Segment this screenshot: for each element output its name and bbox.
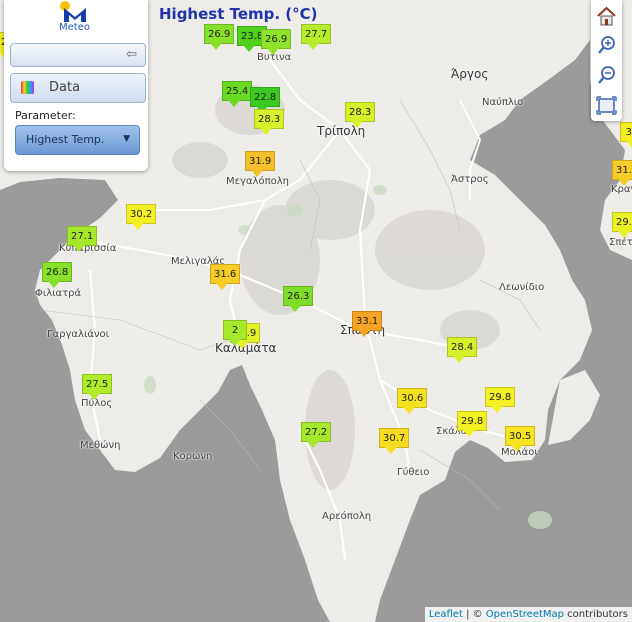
- temperature-marker[interactable]: 22.8: [250, 87, 281, 113]
- temperature-marker[interactable]: 26.8: [42, 262, 73, 288]
- temperature-marker[interactable]: 27.2: [301, 422, 332, 448]
- data-button-label: Data: [49, 80, 81, 95]
- attribution-suffix: contributors: [564, 609, 628, 620]
- zoom-in-button[interactable]: [594, 33, 619, 58]
- collapse-panel-button[interactable]: ⇦: [10, 43, 146, 67]
- temperature-marker[interactable]: 26.9: [261, 29, 292, 55]
- place-label: Φιλιατρά: [35, 288, 82, 299]
- logo-text: Meteo: [59, 22, 90, 33]
- temperature-marker[interactable]: 2: [223, 320, 247, 346]
- data-button[interactable]: Data: [10, 73, 146, 103]
- fit-extent-button[interactable]: [594, 93, 619, 118]
- place-label: Ναύπλιο: [482, 97, 524, 108]
- parameter-select[interactable]: Highest Temp. ▼: [15, 125, 140, 155]
- map-title: Highest Temp. (°C): [159, 5, 318, 23]
- place-label: Λεωνίδιο: [499, 282, 545, 293]
- place-label: Αρεόπολη: [322, 511, 372, 522]
- osm-link[interactable]: OpenStreetMap: [486, 609, 564, 620]
- temperature-marker[interactable]: 27.7: [301, 24, 332, 50]
- place-label: Μεθώνη: [80, 440, 121, 451]
- temperature-marker[interactable]: 31.9: [245, 151, 276, 177]
- map-tools: [591, 0, 622, 121]
- place-label: Άστρος: [451, 174, 489, 185]
- control-panel: Meteo ⇦ Data Parameter: Highest Temp. ▼: [4, 0, 148, 171]
- temperature-marker[interactable]: 30.2: [126, 204, 157, 230]
- temperature-marker[interactable]: 26.9: [204, 24, 235, 50]
- arrow-left-icon: ⇦: [126, 47, 137, 62]
- place-label: Γύθειο: [397, 467, 430, 478]
- temperature-marker[interactable]: 30.6: [397, 388, 428, 414]
- data-palette-icon: [21, 81, 34, 94]
- temperature-marker[interactable]: 26.3: [283, 286, 314, 312]
- temperature-marker[interactable]: 29.1: [612, 212, 632, 238]
- temperature-marker[interactable]: 28.3: [345, 102, 376, 128]
- temperature-marker[interactable]: 29.8: [485, 387, 516, 413]
- place-label: Άργος: [451, 67, 489, 81]
- parameter-select-value: Highest Temp.: [26, 133, 105, 146]
- fit-extent-icon: [596, 96, 617, 115]
- zoom-out-button[interactable]: [594, 63, 619, 88]
- place-label: Κορώνη: [173, 451, 213, 462]
- home-icon: [597, 6, 616, 26]
- temperature-marker[interactable]: 31.6: [210, 264, 241, 290]
- temperature-marker[interactable]: 30.5: [505, 426, 536, 452]
- map-attribution: Leaflet | © OpenStreetMap contributors: [424, 607, 632, 622]
- temperature-marker[interactable]: 27.1: [67, 226, 98, 252]
- zoom-in-icon: [598, 36, 615, 54]
- temperature-marker[interactable]: 27.5: [82, 374, 113, 400]
- home-button[interactable]: [594, 4, 619, 29]
- place-label: Σπέτσ: [609, 237, 632, 248]
- temperature-marker[interactable]: 29.8: [457, 411, 488, 437]
- leaflet-link[interactable]: Leaflet: [429, 609, 463, 620]
- zoom-out-icon: [598, 66, 615, 84]
- parameter-label: Parameter:: [15, 109, 76, 122]
- temperature-marker[interactable]: 30.7: [379, 428, 410, 454]
- temperature-marker[interactable]: 28.3: [254, 109, 285, 135]
- chevron-down-icon: ▼: [123, 134, 130, 144]
- place-label: Γαργαλιάνοι: [47, 329, 110, 340]
- temperature-marker[interactable]: 25.4: [222, 81, 253, 107]
- attribution-separator: | ©: [462, 609, 486, 620]
- temperature-marker[interactable]: 28.4: [447, 337, 478, 363]
- temperature-marker[interactable]: 30: [620, 122, 632, 148]
- temperature-marker[interactable]: 31.6: [612, 160, 632, 186]
- place-label: Μεγαλόπολη: [226, 176, 289, 187]
- temperature-marker[interactable]: 33.1: [352, 311, 383, 337]
